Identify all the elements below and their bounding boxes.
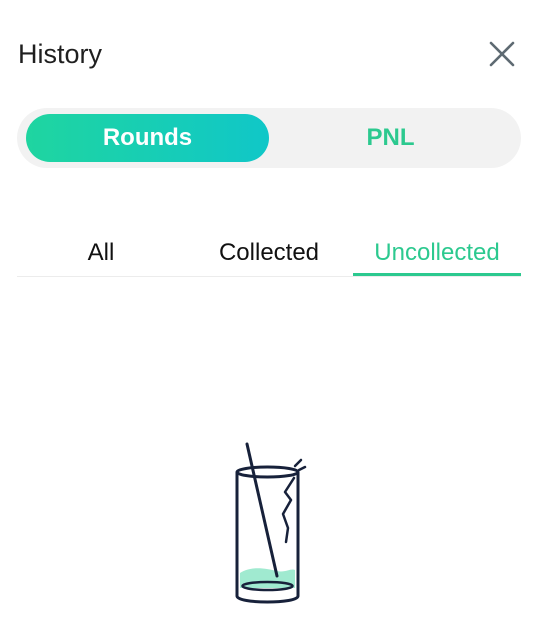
empty-glass-icon [235, 442, 307, 604]
tab-all[interactable]: All [17, 232, 185, 274]
tab-uncollected[interactable]: Uncollected [353, 232, 521, 276]
empty-state [225, 440, 315, 610]
close-icon [489, 41, 515, 67]
filter-tabs: All Collected Uncollected [17, 232, 521, 277]
view-toggle: Rounds PNL [17, 108, 521, 168]
rounds-toggle-button[interactable]: Rounds [26, 114, 269, 162]
tab-collected[interactable]: Collected [185, 232, 353, 274]
page-title: History [18, 39, 103, 69]
close-button[interactable] [488, 40, 516, 68]
history-header: History [18, 36, 522, 76]
pnl-toggle-button[interactable]: PNL [269, 114, 512, 162]
